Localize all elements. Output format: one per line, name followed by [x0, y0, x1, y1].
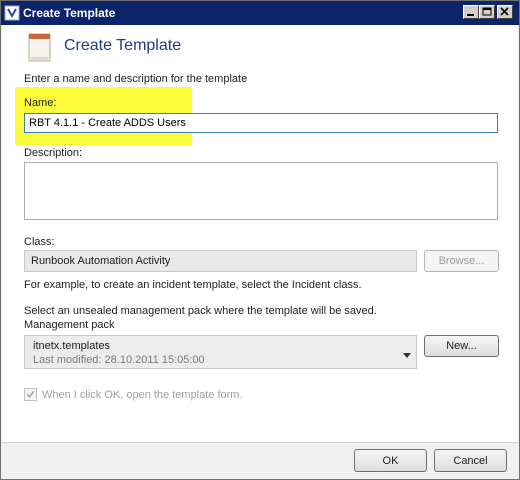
template-page-icon — [28, 33, 52, 63]
open-form-checkbox[interactable] — [24, 388, 37, 401]
class-hint-text: For example, to create an incident templ… — [24, 279, 362, 291]
name-label: Name: — [24, 97, 57, 109]
cancel-button[interactable]: Cancel — [434, 449, 507, 472]
description-label: Description: — [24, 147, 83, 159]
ok-button[interactable]: OK — [354, 449, 427, 472]
template-app-icon — [4, 5, 20, 21]
browse-button[interactable]: Browse... — [424, 250, 499, 272]
management-pack-selected: itnetx.templates — [33, 340, 111, 352]
name-input[interactable] — [24, 113, 498, 133]
description-input[interactable] — [24, 162, 498, 220]
class-label: Class: — [24, 236, 55, 248]
management-pack-label: Management pack — [24, 319, 115, 331]
window-title: Create Template — [23, 6, 116, 20]
create-template-dialog: Create Template Create Template Enter a … — [0, 0, 520, 480]
management-pack-dropdown[interactable]: itnetx.templates Last modified: 28.10.20… — [24, 335, 417, 369]
footer-divider — [2, 442, 518, 443]
chevron-down-icon[interactable] — [403, 349, 411, 361]
page-title: Create Template — [64, 37, 182, 54]
management-pack-modified: Last modified: 28.10.2011 15:05:00 — [33, 354, 205, 366]
class-field: Runbook Automation Activity — [24, 250, 417, 272]
maximize-icon[interactable] — [479, 5, 495, 19]
close-icon[interactable] — [497, 5, 513, 19]
new-management-pack-button[interactable]: New... — [424, 335, 499, 357]
minimize-icon[interactable] — [463, 5, 479, 19]
mp-instruction-text: Select an unsealed management pack where… — [24, 305, 377, 317]
open-form-label: When I click OK, open the template form. — [42, 389, 243, 401]
title-bar[interactable]: Create Template — [1, 1, 519, 25]
instruction-text: Enter a name and description for the tem… — [24, 73, 248, 85]
